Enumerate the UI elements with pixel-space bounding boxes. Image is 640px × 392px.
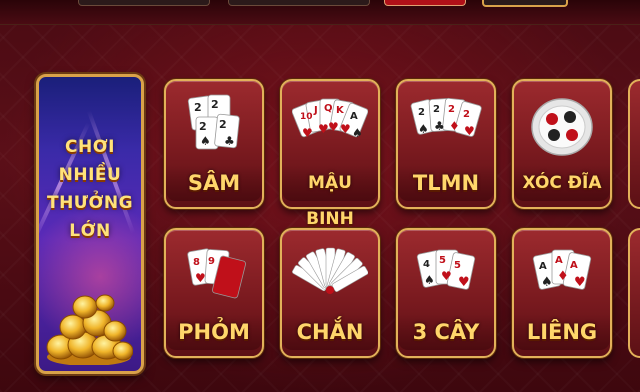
game-label: LIÊNG <box>514 314 610 350</box>
promo-banner[interactable]: CHƠI NHIỀU THƯỞNG LỚN <box>36 74 144 374</box>
svg-text:♦: ♦ <box>557 269 569 284</box>
svg-text:2: 2 <box>194 101 202 114</box>
game-tile-tlmn[interactable]: 2 2 2 2 ♠ ♣ ♦ ♥ TLMN <box>396 79 496 209</box>
svg-text:♥: ♥ <box>458 275 470 290</box>
top-button-4[interactable] <box>482 0 568 7</box>
svg-text:2: 2 <box>418 107 425 118</box>
top-button-1[interactable] <box>78 0 210 6</box>
gold-coins-icon <box>46 294 133 365</box>
game-label: SÂM <box>166 165 262 201</box>
next-tile-edge[interactable] <box>628 228 640 358</box>
svg-text:J: J <box>313 105 318 116</box>
game-tile-mau-binh[interactable]: 10 J Q K A ♥ ♥ ♥ ♥ ♠ MẬU BINH <box>280 79 380 229</box>
svg-text:A: A <box>555 255 563 266</box>
promo-line-2: THƯỞNG LỚN <box>46 193 134 241</box>
phom-cards-icon: 8 9 ♥ <box>187 248 246 299</box>
game-tile-phom[interactable]: 8 9 ♥ PHỎM <box>164 228 264 358</box>
svg-text:10: 10 <box>300 112 313 122</box>
svg-text:♠: ♠ <box>418 122 429 136</box>
game-label: TLMN <box>398 165 494 201</box>
svg-text:♠: ♠ <box>200 134 211 148</box>
svg-text:♥: ♥ <box>328 120 339 134</box>
top-button-2[interactable] <box>228 0 370 6</box>
mau-binh-cards-icon: 10 J Q K A ♥ ♥ ♥ ♥ ♠ <box>292 98 368 140</box>
svg-text:♥: ♥ <box>574 275 586 290</box>
svg-text:A: A <box>539 261 547 272</box>
game-tile-lieng[interactable]: A A A ♠ ♦ ♥ LIÊNG <box>512 228 612 358</box>
svg-text:♥: ♥ <box>340 122 351 136</box>
svg-text:2: 2 <box>211 98 219 111</box>
3-cay-cards-icon: 4 5 5 ♠ ♥ ♥ <box>416 249 476 290</box>
next-tile-edge[interactable] <box>628 79 640 209</box>
game-label: MẬU BINH <box>282 165 378 229</box>
svg-text:♠: ♠ <box>541 275 553 290</box>
svg-text:9: 9 <box>208 256 215 267</box>
game-tile-sam[interactable]: 2 2 2 2 ♠ ♣ SÂM <box>164 79 264 209</box>
svg-text:♠: ♠ <box>424 273 435 287</box>
svg-text:♦: ♦ <box>449 119 460 133</box>
game-tile-chan[interactable]: CHẮN <box>280 228 380 358</box>
svg-text:5: 5 <box>454 260 461 271</box>
svg-text:♠: ♠ <box>352 126 363 140</box>
svg-text:♥: ♥ <box>441 269 452 283</box>
xoc-dia-plate-icon <box>531 98 593 156</box>
svg-text:♥: ♥ <box>464 124 475 138</box>
svg-text:4: 4 <box>423 259 430 270</box>
promo-line-1: CHƠI NHIỀU <box>58 137 122 185</box>
svg-text:Q: Q <box>324 103 333 114</box>
tlmn-cards-icon: 2 2 2 2 ♠ ♣ ♦ ♥ <box>410 97 482 138</box>
svg-text:♥: ♥ <box>302 126 313 140</box>
svg-text:2: 2 <box>433 104 440 115</box>
svg-text:A: A <box>570 260 578 271</box>
top-bar <box>0 0 640 25</box>
svg-text:♥: ♥ <box>195 271 206 285</box>
svg-text:8: 8 <box>193 257 200 268</box>
svg-text:2: 2 <box>199 120 207 133</box>
game-label: PHỎM <box>166 314 262 350</box>
promo-text: CHƠI NHIỀU THƯỞNG LỚN <box>39 133 141 245</box>
lieng-cards-icon: A A A ♠ ♦ ♥ <box>532 249 592 290</box>
svg-text:♣: ♣ <box>224 134 235 148</box>
top-button-3[interactable] <box>384 0 466 6</box>
svg-text:2: 2 <box>463 109 470 120</box>
svg-text:2: 2 <box>448 104 455 115</box>
game-label: XÓC ĐĨA <box>514 165 610 201</box>
svg-text:K: K <box>336 105 345 116</box>
svg-text:A: A <box>350 111 358 122</box>
game-tile-xoc-dia[interactable]: XÓC ĐĨA <box>512 79 612 209</box>
game-tile-3-cay[interactable]: 4 5 5 ♠ ♥ ♥ 3 CÂY <box>396 228 496 358</box>
game-label: CHẮN <box>282 314 378 350</box>
svg-text:5: 5 <box>439 255 446 266</box>
sam-cards-icon: 2 2 2 2 ♠ ♣ <box>187 94 240 150</box>
game-label: 3 CÂY <box>398 314 494 350</box>
svg-text:2: 2 <box>219 118 227 131</box>
svg-text:♣: ♣ <box>434 119 445 133</box>
chan-cards-fan-icon <box>292 247 368 294</box>
